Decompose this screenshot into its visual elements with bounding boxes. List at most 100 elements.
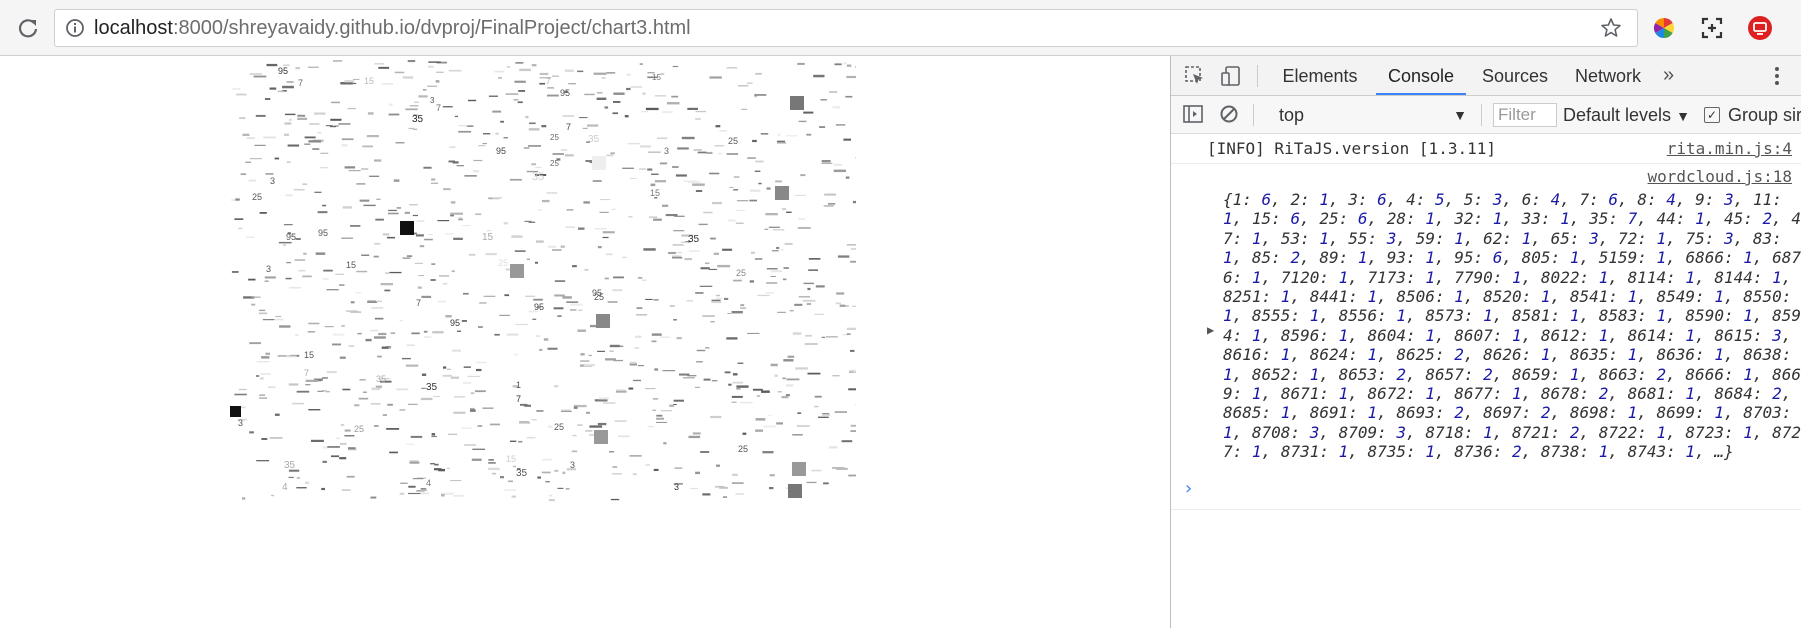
word-fragment — [781, 396, 789, 399]
word-fragment — [259, 312, 268, 315]
word-fragment — [287, 144, 300, 147]
word-fragment — [304, 143, 311, 145]
word-fragment — [249, 73, 262, 75]
cloud-word: 95 — [496, 146, 506, 156]
word-fragment — [514, 250, 526, 252]
word-fragment — [421, 295, 432, 298]
word-fragment — [642, 92, 646, 95]
device-toolbar-icon[interactable] — [1219, 64, 1243, 88]
screenshot-extension-icon[interactable] — [1698, 14, 1726, 42]
word-fragment — [475, 213, 482, 216]
filter-input[interactable]: Filter — [1493, 103, 1557, 127]
word-fragment — [603, 402, 616, 404]
word-fragment — [592, 180, 602, 182]
word-fragment — [253, 75, 267, 78]
word-fragment — [284, 133, 289, 136]
word-fragment — [798, 120, 807, 123]
word-fragment — [786, 211, 792, 213]
color-wheel-extension-icon[interactable] — [1650, 14, 1678, 42]
word-fragment — [537, 476, 541, 479]
word-fragment — [630, 177, 637, 179]
word-square — [775, 186, 789, 200]
word-fragment — [821, 336, 826, 338]
word-fragment — [336, 437, 341, 439]
devtools-menu-icon[interactable] — [1769, 65, 1785, 87]
word-fragment — [673, 399, 684, 402]
word-fragment — [492, 196, 502, 199]
word-fragment — [319, 166, 328, 169]
word-fragment — [535, 166, 542, 168]
word-fragment — [488, 459, 494, 461]
tab-sources[interactable]: Sources — [1476, 56, 1554, 95]
word-fragment — [696, 361, 703, 363]
word-fragment — [679, 373, 690, 376]
log-levels-dropdown[interactable]: Default levels ▼ — [1563, 103, 1690, 127]
clear-console-icon[interactable] — [1217, 102, 1241, 126]
word-fragment — [797, 412, 802, 414]
group-similar-toggle[interactable]: ✓ Group sir — [1704, 103, 1801, 127]
word-fragment — [803, 282, 815, 285]
word-fragment — [804, 343, 818, 345]
reload-icon[interactable] — [14, 14, 42, 42]
word-fragment — [698, 223, 708, 226]
word-fragment — [414, 262, 423, 264]
word-fragment — [737, 362, 744, 364]
word-fragment — [836, 292, 845, 295]
word-fragment — [780, 249, 784, 251]
word-fragment — [354, 404, 360, 407]
word-fragment — [727, 313, 732, 314]
expand-triangle-icon[interactable]: ▶ — [1207, 323, 1214, 337]
word-fragment — [535, 335, 541, 337]
url-text: localhost:8000/shreyavaidy.github.io/dvp… — [94, 17, 691, 40]
word-fragment — [346, 475, 355, 478]
word-fragment — [843, 305, 849, 307]
word-fragment — [532, 318, 537, 320]
more-tabs-icon[interactable]: » — [1663, 56, 1674, 96]
word-fragment — [796, 425, 810, 427]
bookmark-star-icon[interactable] — [1599, 16, 1623, 40]
word-fragment — [704, 262, 710, 265]
word-fragment — [719, 486, 728, 489]
word-fragment — [265, 173, 274, 175]
word-fragment — [768, 226, 780, 228]
word-fragment — [602, 236, 609, 239]
word-fragment — [684, 258, 692, 261]
word-fragment — [463, 382, 472, 384]
object-preview[interactable]: {1: 6, 2: 1, 3: 6, 4: 5, 5: 3, 6: 4, 7: … — [1223, 190, 1801, 462]
word-fragment — [305, 384, 311, 386]
source-link[interactable]: wordcloud.js:18 — [1648, 167, 1793, 186]
word-fragment — [246, 236, 255, 238]
word-fragment — [682, 377, 695, 379]
info-icon[interactable] — [64, 17, 86, 39]
console-sidebar-icon[interactable] — [1181, 102, 1205, 126]
word-fragment — [662, 370, 676, 372]
word-fragment — [578, 227, 585, 230]
word-fragment — [335, 273, 345, 275]
word-fragment — [821, 160, 831, 163]
word-fragment — [478, 326, 483, 328]
word-fragment — [850, 260, 856, 263]
tab-console[interactable]: Console — [1376, 56, 1466, 95]
checkbox-checked-icon[interactable]: ✓ — [1704, 107, 1720, 123]
word-fragment — [560, 245, 565, 248]
word-fragment — [341, 325, 345, 327]
inspect-element-icon[interactable] — [1183, 64, 1207, 88]
word-fragment — [509, 178, 522, 181]
word-fragment — [673, 404, 677, 405]
word-fragment — [450, 376, 459, 379]
word-fragment — [632, 473, 637, 476]
tab-network[interactable]: Network — [1564, 56, 1652, 95]
console-prompt-icon[interactable]: › — [1185, 478, 1192, 499]
word-fragment — [582, 127, 588, 129]
word-fragment — [768, 414, 773, 416]
word-fragment — [500, 476, 504, 479]
word-fragment — [324, 326, 334, 328]
source-link[interactable]: rita.min.js:4 — [1667, 139, 1792, 158]
context-selector[interactable]: top ▼ — [1279, 103, 1467, 127]
word-fragment — [722, 248, 733, 251]
address-bar[interactable]: localhost:8000/shreyavaidy.github.io/dvp… — [54, 9, 1638, 47]
tab-elements[interactable]: Elements — [1271, 56, 1369, 95]
word-fragment — [311, 439, 324, 442]
word-fragment — [344, 82, 357, 85]
red-extension-icon[interactable] — [1746, 14, 1774, 42]
